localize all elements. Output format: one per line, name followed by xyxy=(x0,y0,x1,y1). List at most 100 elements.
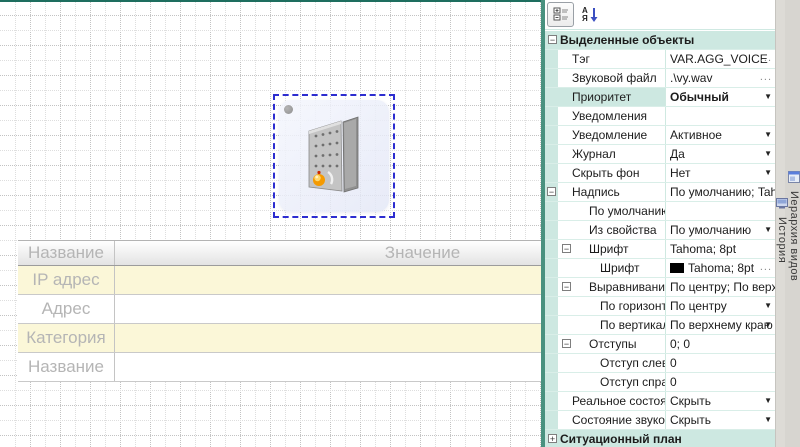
object-status-dot xyxy=(284,105,293,114)
category-gutter xyxy=(545,107,558,125)
property-value[interactable]: Нет ▼ xyxy=(666,164,775,182)
property-row[interactable]: Отступ слева0 xyxy=(545,354,775,373)
dropdown-arrow-icon[interactable]: ▼ xyxy=(764,221,772,239)
font-color-swatch xyxy=(670,263,684,273)
property-name: Журнал xyxy=(558,145,666,163)
category-gutter xyxy=(545,202,558,220)
property-row[interactable]: Уведомления xyxy=(545,107,775,126)
dropdown-arrow-icon[interactable]: ▼ xyxy=(764,392,772,410)
alphabetical-sort-icon: А Я xyxy=(582,6,598,23)
property-value[interactable]: По центру▼ xyxy=(666,297,775,315)
property-row[interactable]: Реальное состояниСкрыть▼ xyxy=(545,392,775,411)
property-value-text: По умолчанию xyxy=(670,223,751,237)
ellipsis-button[interactable]: ... xyxy=(760,259,772,275)
property-name: По горизонтал xyxy=(558,297,666,315)
property-row[interactable]: ПриоритетОбычный▼ xyxy=(545,88,775,107)
table-body: IP адресАдрес Категория Название xyxy=(18,266,541,382)
property-row[interactable]: По горизонталПо центру▼ xyxy=(545,297,775,316)
property-row[interactable]: По вертикалиПо верхнему краю▼ xyxy=(545,316,775,335)
table-row[interactable]: Категория xyxy=(18,324,541,353)
property-value-text: 0 xyxy=(670,375,677,389)
table-row[interactable]: Название xyxy=(18,353,541,382)
property-row[interactable]: ТэгVAR.AGG_VOICE... xyxy=(545,50,775,69)
categorized-view-button[interactable] xyxy=(547,2,574,27)
table-row[interactable]: Адрес xyxy=(18,295,541,324)
dropdown-arrow-icon[interactable]: ▼ xyxy=(764,145,772,163)
category-label: Выделенные объекты xyxy=(545,31,694,49)
property-value[interactable]: Tahoma; 8pt... xyxy=(666,259,775,277)
property-value[interactable]: По центру; По верхне xyxy=(666,278,775,296)
property-value[interactable]: Обычный ▼ xyxy=(666,88,775,106)
property-value-text: Обычный xyxy=(670,90,729,104)
expand-box-icon[interactable]: + xyxy=(548,434,557,443)
dropdown-arrow-icon[interactable]: ▼ xyxy=(764,88,772,106)
property-value[interactable]: Скрыть▼ xyxy=(666,392,775,410)
tab-label: Иерархия видов xyxy=(788,191,800,281)
table-cell-name: Название xyxy=(28,357,104,377)
category-row[interactable]: +Ситуационный план xyxy=(545,430,775,447)
ellipsis-button[interactable]: ... xyxy=(760,50,772,66)
property-value-text: 0 xyxy=(670,356,677,370)
property-row[interactable]: ЖурналДа▼ xyxy=(545,145,775,164)
property-value-text: Нет xyxy=(670,166,690,180)
property-value[interactable]: Активное▼ xyxy=(666,126,775,144)
alphabetical-sort-button[interactable]: А Я xyxy=(577,3,602,26)
collapse-box-icon[interactable]: − xyxy=(548,35,557,44)
property-name: Уведомления xyxy=(558,107,666,125)
property-value-text: Tahoma; 8pt xyxy=(670,242,736,256)
property-row[interactable]: УведомлениеАктивное▼ xyxy=(545,126,775,145)
dropdown-arrow-icon[interactable]: ▼ xyxy=(764,411,772,429)
property-value[interactable] xyxy=(666,202,775,220)
property-row[interactable]: −Шрифт Tahoma; 8pt xyxy=(545,240,775,259)
dropdown-arrow-icon[interactable]: ▼ xyxy=(764,316,772,334)
collapse-box-icon[interactable]: − xyxy=(562,339,571,348)
category-gutter xyxy=(545,411,558,429)
collapse-box-icon[interactable]: − xyxy=(547,187,556,196)
voice-device-icon[interactable] xyxy=(308,114,362,196)
property-row[interactable]: −ВыравниваниеПо центру; По верхне xyxy=(545,278,775,297)
table-row[interactable]: IP адрес xyxy=(18,266,541,295)
tab-views-hierarchy[interactable]: Иерархия видов xyxy=(788,168,800,281)
design-canvas[interactable]: Название Значение IP адресАдрес Категория… xyxy=(0,0,541,447)
property-value[interactable]: .\vy.wav... xyxy=(666,69,775,87)
property-value[interactable]: По умолчанию; Taho xyxy=(666,183,775,201)
category-row[interactable]: −Выделенные объекты xyxy=(545,31,775,50)
property-row[interactable]: ШрифтTahoma; 8pt... xyxy=(545,259,775,278)
history-icon xyxy=(776,196,788,214)
property-value[interactable]: По умолчанию ▼ xyxy=(666,221,775,239)
property-row[interactable]: −Отступы0; 0 xyxy=(545,335,775,354)
property-value[interactable]: 0 xyxy=(666,354,775,372)
category-gutter xyxy=(545,259,558,277)
property-name: Шрифт xyxy=(558,240,666,258)
category-label: Ситуационный план xyxy=(545,430,682,447)
property-row[interactable]: Из свойстваПо умолчанию▼ xyxy=(545,221,775,240)
property-value[interactable]: Tahoma; 8pt xyxy=(666,240,775,258)
property-row[interactable]: Скрыть фонНет▼ xyxy=(545,164,775,183)
ellipsis-button[interactable]: ... xyxy=(760,69,772,85)
property-value[interactable] xyxy=(666,107,775,125)
category-gutter xyxy=(545,145,558,163)
property-row[interactable]: Состояние звуковоСкрыть▼ xyxy=(545,411,775,430)
property-name: Отступы xyxy=(558,335,666,353)
property-value[interactable]: Скрыть▼ xyxy=(666,411,775,429)
dropdown-arrow-icon[interactable]: ▼ xyxy=(764,297,772,315)
collapse-box-icon[interactable]: − xyxy=(562,244,571,253)
property-row[interactable]: Отступ справа0 xyxy=(545,373,775,392)
property-value[interactable]: 0; 0 xyxy=(666,335,775,353)
category-gutter xyxy=(545,316,558,334)
property-value[interactable]: Да▼ xyxy=(666,145,775,163)
tab-history[interactable]: История xyxy=(776,194,788,263)
dropdown-arrow-icon[interactable]: ▼ xyxy=(764,126,772,144)
properties-toolbar: А Я xyxy=(545,0,775,30)
property-row[interactable]: По умолчанию xyxy=(545,202,775,221)
table-header-row: Название Значение xyxy=(18,240,541,266)
info-table-object[interactable]: Название Значение IP адресАдрес Категория… xyxy=(18,240,541,382)
property-row[interactable]: −НадписьПо умолчанию; Taho xyxy=(545,183,775,202)
property-value[interactable]: VAR.AGG_VOICE... xyxy=(666,50,775,68)
property-row[interactable]: Звуковой файл.\vy.wav... xyxy=(545,69,775,88)
collapse-box-icon[interactable]: − xyxy=(562,282,571,291)
table-cell-name: Категория xyxy=(26,328,105,348)
property-value[interactable]: 0 xyxy=(666,373,775,391)
property-value[interactable]: По верхнему краю▼ xyxy=(666,316,775,334)
dropdown-arrow-icon[interactable]: ▼ xyxy=(764,164,772,182)
